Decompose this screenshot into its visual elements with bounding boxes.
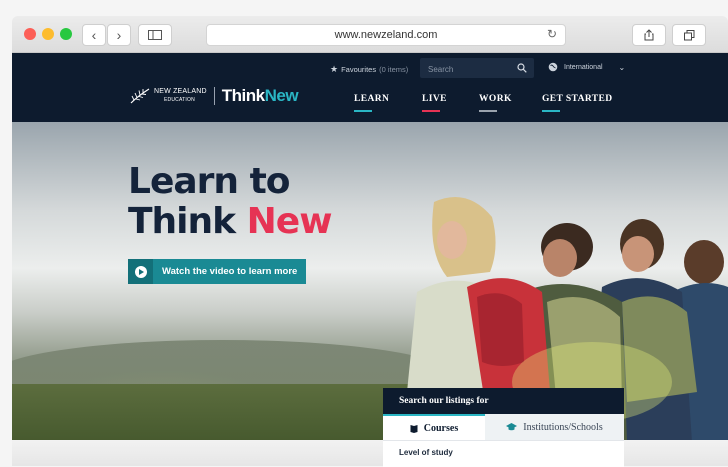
sidebar-icon (148, 30, 162, 40)
forward-button[interactable]: › (107, 24, 131, 46)
brand-think: Think (221, 86, 265, 105)
search-input[interactable] (426, 61, 514, 77)
minimize-window-button[interactable] (42, 28, 54, 40)
site-search (420, 58, 534, 78)
chevron-left-icon: ‹ (91, 27, 97, 43)
logo-line2: EDUCATION (164, 97, 195, 103)
region-selector[interactable]: International ⌄ (548, 62, 625, 72)
nav-live[interactable]: LIVE (422, 94, 447, 112)
site-logo[interactable]: NEW ZEALAND EDUCATION ThinkNew (130, 86, 299, 106)
back-button[interactable]: ‹ (82, 24, 106, 46)
favourites-label: Favourites (341, 65, 377, 74)
search-panel-title: Search our listings for (383, 388, 624, 414)
headline-new: New (246, 201, 333, 242)
nav-get-started[interactable]: GET STARTED (542, 94, 613, 112)
headline-line1: Learn to (128, 161, 291, 202)
book-icon (410, 424, 418, 433)
nav-get-started-label: GET STARTED (542, 94, 613, 104)
brand-new: New (264, 86, 299, 105)
favourites-count: (0 items) (379, 65, 409, 74)
chevron-down-icon: ⌄ (618, 62, 626, 72)
region-label: International (564, 63, 603, 71)
graduation-cap-icon (506, 423, 518, 431)
search-icon[interactable] (517, 63, 527, 73)
tab-courses-label: Courses (423, 422, 459, 434)
chevron-right-icon: › (116, 27, 122, 43)
headline-line2: Think New (128, 201, 333, 242)
favourites-link[interactable]: ★ Favourites (0 items) (330, 64, 408, 75)
headline-think: Think (128, 201, 236, 242)
logo-divider (213, 87, 215, 105)
tab-institutions-label: Institutions/Schools (523, 421, 603, 433)
nav-underline (479, 110, 497, 112)
nav-underline (422, 110, 440, 112)
browser-toolbar: ‹ › www.newzeland.com ↻ (12, 16, 728, 53)
share-icon (644, 29, 654, 41)
tabs-button[interactable] (672, 24, 706, 46)
tab-courses[interactable]: Courses (383, 414, 485, 440)
logo-text: NEW ZEALAND EDUCATION (154, 88, 207, 104)
nav-work-label: WORK (479, 94, 512, 104)
nav-live-label: LIVE (422, 94, 447, 104)
nav-underline (542, 110, 560, 112)
play-icon (128, 259, 153, 284)
address-bar[interactable]: www.newzeland.com ↻ (206, 24, 566, 46)
close-window-button[interactable] (24, 28, 36, 40)
tab-institutions[interactable]: Institutions/Schools (485, 414, 624, 440)
search-panel-body: Level of study (383, 440, 624, 467)
watch-video-button[interactable]: Watch the video to learn more (128, 259, 306, 284)
nav-underline (354, 110, 372, 112)
page-strip-left (12, 440, 383, 466)
page-strip-right (624, 440, 728, 466)
zoom-window-button[interactable] (60, 28, 72, 40)
logo-line1: NEW ZEALAND (154, 88, 207, 95)
reload-icon[interactable]: ↻ (547, 27, 557, 41)
sidebar-button[interactable] (138, 24, 172, 46)
nav-work[interactable]: WORK (479, 94, 512, 112)
share-button[interactable] (632, 24, 666, 46)
fern-icon (130, 88, 150, 104)
star-icon: ★ (330, 64, 339, 74)
nav-learn-label: LEARN (354, 94, 390, 104)
nav-learn[interactable]: LEARN (354, 94, 390, 112)
cta-label: Watch the video to learn more (162, 266, 298, 277)
brand-name: ThinkNew (221, 86, 299, 106)
url-text: www.newzeland.com (334, 29, 438, 41)
globe-icon (548, 62, 558, 72)
tabs-icon (683, 29, 694, 40)
level-of-study-label: Level of study (399, 448, 453, 457)
hero-headline: Learn to Think New (128, 161, 333, 242)
